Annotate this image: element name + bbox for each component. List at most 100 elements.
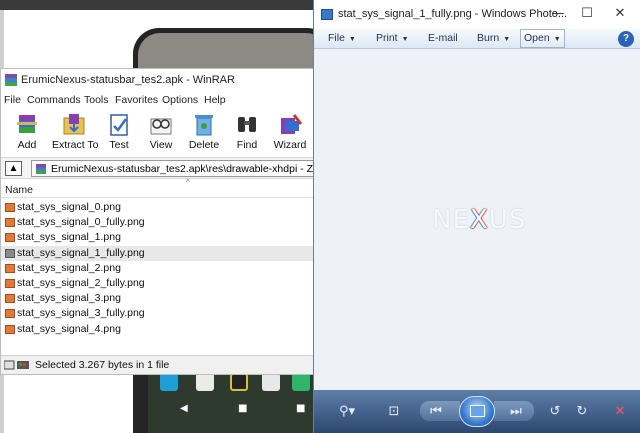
slideshow-icon bbox=[470, 405, 485, 417]
burn-menu-button[interactable]: Burn ▼ bbox=[477, 29, 510, 48]
wizard-button[interactable]: Wizard bbox=[270, 111, 310, 153]
file-row[interactable]: stat_sys_signal_1.png bbox=[1, 230, 314, 245]
chevron-down-icon: ▼ bbox=[553, 36, 561, 43]
add-label: Add bbox=[17, 139, 37, 151]
file-name: stat_sys_signal_1.png bbox=[17, 231, 121, 244]
file-row[interactable]: stat_sys_signal_0_fully.png bbox=[1, 215, 314, 230]
logo-text-x: X bbox=[469, 205, 489, 235]
close-button[interactable]: ✕ bbox=[607, 4, 633, 24]
open-menu-label: Open bbox=[524, 32, 550, 44]
up-arrow-icon: ▲ bbox=[8, 163, 19, 174]
photo-viewer-controls: ⚲▾ ⊡ ⏮ ⏭ ↺ ↻ ✕ bbox=[314, 390, 640, 433]
phone-top-bezel bbox=[138, 33, 328, 73]
file-name: stat_sys_signal_1_fully.png bbox=[17, 246, 145, 259]
phone-dock-contacts-icon bbox=[196, 373, 214, 391]
phone-back-icon: ◀ bbox=[180, 403, 188, 414]
next-icon[interactable]: ⏭ bbox=[506, 404, 526, 420]
maximize-button[interactable]: ☐ bbox=[574, 4, 600, 24]
zoom-icon[interactable]: ⚲▾ bbox=[334, 404, 360, 420]
menu-options[interactable]: Options bbox=[162, 94, 198, 106]
delete-label: Delete bbox=[188, 139, 220, 151]
file-row[interactable]: stat_sys_signal_0.png bbox=[1, 200, 314, 215]
file-row[interactable]: stat_sys_signal_3.png bbox=[1, 291, 314, 306]
menu-tools[interactable]: Tools bbox=[84, 94, 109, 106]
menu-help[interactable]: Help bbox=[204, 94, 226, 106]
file-name: stat_sys_signal_4.png bbox=[17, 322, 121, 335]
photo-viewer-window: stat_sys_signal_1_fully.png - Windows Ph… bbox=[313, 0, 640, 433]
winrar-app-icon bbox=[5, 74, 17, 86]
photo-viewer-title: stat_sys_signal_1_fully.png - Windows Ph… bbox=[338, 8, 568, 20]
png-file-icon bbox=[5, 324, 15, 334]
phone-dock-store-icon bbox=[262, 373, 280, 391]
help-icon[interactable]: ? bbox=[618, 31, 634, 47]
drive-status-icon bbox=[4, 360, 29, 370]
delete-icon bbox=[195, 115, 213, 136]
file-menu-button[interactable]: File ▼ bbox=[328, 29, 356, 48]
rotate-clockwise-icon[interactable]: ↻ bbox=[572, 404, 592, 420]
png-file-icon bbox=[5, 309, 15, 319]
file-row[interactable]: stat_sys_signal_2_fully.png bbox=[1, 276, 314, 291]
chevron-down-icon: ▼ bbox=[503, 36, 511, 43]
file-list: stat_sys_signal_0.png stat_sys_signal_0_f… bbox=[1, 200, 314, 340]
menu-file[interactable]: File bbox=[4, 94, 21, 106]
logo-text-left: NE bbox=[432, 205, 470, 235]
view-button[interactable]: View bbox=[141, 111, 181, 153]
file-row[interactable]: stat_sys_signal_3_fully.png bbox=[1, 306, 314, 321]
png-file-icon bbox=[5, 233, 15, 243]
actual-size-icon[interactable]: ⊡ bbox=[384, 404, 404, 420]
file-row[interactable]: stat_sys_signal_2.png bbox=[1, 261, 314, 276]
winrar-title: ErumicNexus-statusbar_tes2.apk - WinRAR bbox=[21, 74, 235, 86]
test-button[interactable]: Test bbox=[99, 111, 139, 153]
test-icon bbox=[110, 114, 128, 136]
delete-icon[interactable]: ✕ bbox=[610, 404, 630, 420]
winrar-menu-bar: File Commands Tools Favorites Options He… bbox=[1, 93, 314, 109]
add-button[interactable]: Add bbox=[7, 111, 47, 153]
previous-icon[interactable]: ⏮ bbox=[426, 404, 446, 420]
png-file-icon bbox=[5, 263, 15, 273]
extract-to-icon bbox=[63, 114, 85, 135]
minimize-button[interactable]: — bbox=[545, 4, 571, 24]
file-name: stat_sys_signal_0.png bbox=[17, 201, 121, 213]
column-header-name[interactable]: Name bbox=[5, 184, 33, 196]
file-name: stat_sys_signal_2.png bbox=[17, 261, 121, 274]
up-folder-button[interactable]: ▲ bbox=[5, 161, 22, 176]
rotate-counterclockwise-icon[interactable]: ↺ bbox=[545, 404, 565, 420]
png-file-icon bbox=[5, 248, 15, 258]
slideshow-button[interactable] bbox=[459, 396, 495, 427]
menu-favorites[interactable]: Favorites bbox=[115, 94, 158, 106]
view-icon bbox=[150, 118, 172, 135]
find-icon bbox=[238, 117, 256, 132]
file-row[interactable]: stat_sys_signal_4.png bbox=[1, 322, 314, 337]
file-list-header: Name ^ bbox=[1, 178, 314, 198]
image-canvas: NEXUS bbox=[314, 50, 640, 390]
winrar-title-bar[interactable]: ErumicNexus-statusbar_tes2.apk - WinRAR bbox=[1, 69, 314, 91]
open-menu-button[interactable]: Open ▼ bbox=[520, 29, 565, 48]
phone-home-icon: ■ bbox=[238, 403, 248, 414]
archive-path-field[interactable]: ErumicNexus-statusbar_tes2.apk\res\drawa… bbox=[31, 160, 314, 177]
winrar-toolbar: Add Extract To Test View Delete Find Wiz… bbox=[1, 111, 314, 153]
find-button[interactable]: Find bbox=[227, 111, 267, 153]
photo-viewer-title-bar[interactable]: stat_sys_signal_1_fully.png - Windows Ph… bbox=[314, 0, 640, 29]
email-button[interactable]: E-mail bbox=[428, 29, 458, 48]
file-row[interactable]: stat_sys_signal_1_fully.png bbox=[1, 245, 314, 261]
phone-menu-icon: ■ bbox=[296, 403, 306, 414]
wizard-label: Wizard bbox=[273, 139, 307, 151]
png-file-icon bbox=[5, 203, 15, 212]
photo-viewer-command-bar: File ▼ Print ▼ E-mail Burn ▼ Open ▼ ? bbox=[314, 29, 640, 49]
nexus-logo-image: NEXUS bbox=[432, 205, 526, 235]
chevron-down-icon: ▼ bbox=[348, 36, 356, 43]
delete-button[interactable]: Delete bbox=[184, 111, 224, 153]
file-name: stat_sys_signal_3_fully.png bbox=[17, 307, 145, 320]
winrar-status-bar: Selected 3.267 bytes in 1 file bbox=[1, 355, 314, 374]
status-text: Selected 3.267 bytes in 1 file bbox=[35, 359, 170, 371]
print-menu-button[interactable]: Print ▼ bbox=[376, 29, 409, 48]
extract-to-button[interactable]: Extract To bbox=[52, 111, 99, 153]
phone-dock-messages-icon bbox=[292, 373, 310, 391]
png-file-icon bbox=[5, 294, 15, 304]
menu-commands[interactable]: Commands bbox=[27, 94, 81, 106]
archive-path-text: ErumicNexus-statusbar_tes2.apk\res\drawa… bbox=[51, 163, 314, 175]
archive-path-icon bbox=[36, 164, 46, 174]
png-file-icon bbox=[5, 218, 15, 228]
file-name: stat_sys_signal_0_fully.png bbox=[17, 216, 145, 229]
file-menu-label: File bbox=[328, 32, 345, 44]
